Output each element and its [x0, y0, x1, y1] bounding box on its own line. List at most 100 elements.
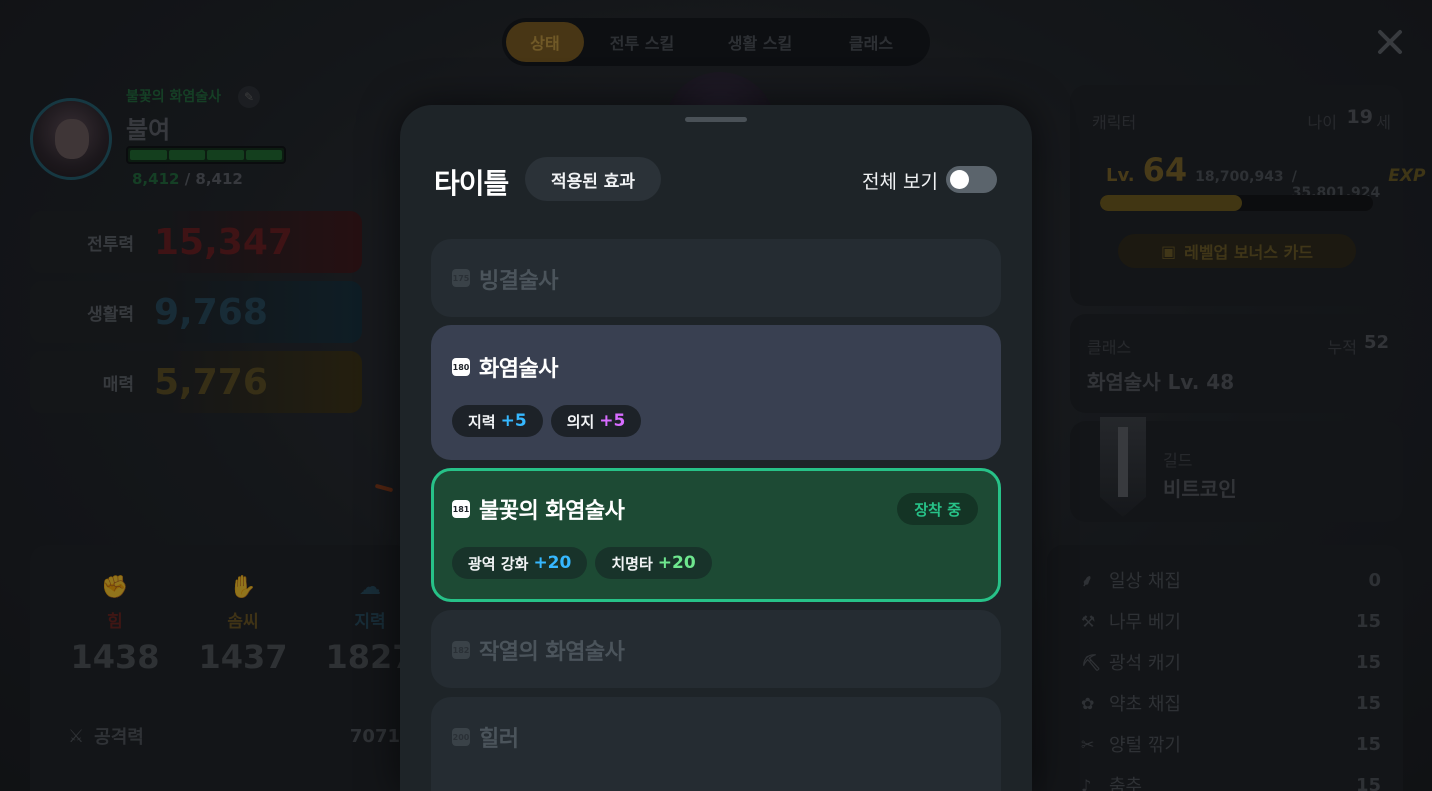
pickaxe-icon: ⛏: [1081, 652, 1102, 672]
title-name: 빙결술사: [479, 269, 558, 294]
close-icon[interactable]: [1372, 24, 1408, 60]
title-card[interactable]: 180 화염술사 지력 +5 의지 +5: [431, 325, 1001, 460]
list-item: ⛏ 광석 캐기 15: [1081, 649, 1381, 675]
attack-row: ⚔ 공격력 7071: [68, 723, 400, 749]
hp-current: 8,412: [132, 170, 180, 188]
title-level-badge: 200: [452, 728, 470, 746]
bonus-amount: +20: [533, 553, 572, 573]
attribute-strength: ✊ 힘 1438: [65, 575, 165, 676]
dance-icon: ♪: [1081, 775, 1092, 791]
bonus-amount: +5: [599, 411, 626, 431]
attribute-name: 솜씨: [227, 612, 259, 632]
equipped-title: 불꽃의 화염술사: [126, 89, 222, 105]
bonus-chip: 광역 강화 +20: [452, 547, 588, 579]
toggle-knob: [950, 170, 969, 189]
hp-readout: 8,412 / 8,412: [132, 170, 243, 188]
age-unit: 세: [1376, 113, 1391, 132]
bonus-stat: 의지: [566, 412, 595, 431]
tab-combat-skills[interactable]: 전투 스킬: [584, 22, 700, 62]
level-row: Lv. 64 18,700,943 / 35,801,924 EXP: [1106, 151, 1425, 201]
skill-value: 0: [1368, 569, 1381, 591]
ember-particle: [374, 483, 394, 493]
axe-icon: ⚒: [1081, 611, 1096, 631]
guild-panel: 길드 비트코인: [1070, 417, 1403, 522]
fist-icon: ✊: [101, 575, 129, 600]
bonus-chip: 의지 +5: [550, 405, 642, 437]
charm-row: 매력 5,776: [30, 351, 362, 413]
drag-handle[interactable]: [685, 117, 747, 122]
list-item: ✿ 약초 채집 15: [1081, 690, 1381, 716]
list-item: ⚒ 나무 베기 15: [1081, 608, 1381, 634]
panel-label: 클래스: [1087, 338, 1132, 357]
attribute-value: 1437: [198, 638, 288, 676]
bonus-button-label: 레벨업 보너스 카드: [1184, 243, 1314, 262]
life-power-row: 생활력 9,768: [30, 281, 362, 343]
title-level-badge: 180: [452, 358, 470, 376]
exp-icon: EXP: [1388, 166, 1426, 186]
title-name: 불꽃의 화염술사: [479, 499, 625, 524]
title-card[interactable]: 182 작열의 화염술사: [431, 610, 1001, 688]
attack-value: 7071: [349, 725, 400, 747]
panel-label: 캐릭터: [1092, 113, 1137, 132]
title-name: 화염술사: [479, 357, 558, 382]
stat-label: 매력: [102, 374, 134, 395]
exp-bar: [1100, 195, 1373, 211]
list-item: ♪ 춤추 15: [1081, 772, 1381, 791]
skill-value: 15: [1355, 651, 1381, 673]
level-value: 64: [1142, 151, 1188, 189]
guild-emblem-icon: [1100, 417, 1146, 517]
skill-name: 약초 채집: [1109, 694, 1181, 715]
panel-label: 길드: [1163, 451, 1193, 470]
bonus-amount: +5: [500, 411, 527, 431]
attribute-name: 힘: [107, 612, 123, 632]
title-modal: 타이틀 적용된 효과 전체 보기 175 빙결술사 180 화염술사 지력 +5…: [400, 105, 1032, 791]
skill-name: 나무 베기: [1109, 612, 1181, 633]
skill-name: 양털 깎기: [1109, 735, 1181, 756]
skill-name: 춤추: [1109, 776, 1143, 791]
edit-pencil-icon[interactable]: ✎: [238, 86, 260, 108]
skill-value: 15: [1355, 774, 1381, 791]
character-panel: 캐릭터 나이 19 세 Lv. 64 18,700,943 / 35,801,9…: [1070, 85, 1425, 306]
attribute-value: 1438: [70, 638, 160, 676]
attribute-dexterity: ✋ 솜씨 1437: [193, 575, 293, 676]
view-all-label: 전체 보기: [862, 171, 938, 193]
tab-class[interactable]: 클래스: [820, 22, 922, 62]
stat-label: 생활력: [87, 304, 134, 325]
herb-icon: ✿: [1081, 693, 1095, 713]
equipped-badge: 장착 중: [897, 493, 978, 525]
stat-label: 전투력: [87, 234, 134, 255]
title-level-badge: 175: [452, 269, 470, 287]
top-tab-bar: 상태 전투 스킬 생활 스킬 클래스: [502, 18, 930, 66]
combat-power-row: 전투력 15,347: [30, 211, 362, 273]
class-panel: 클래스 누적 52 화염술사 Lv. 48: [1070, 314, 1403, 413]
stat-value: 9,768: [154, 291, 268, 333]
levelup-bonus-card-button[interactable]: ▣ 레벨업 보너스 카드: [1118, 234, 1356, 268]
character-name: 불여: [126, 116, 171, 144]
title-card[interactable]: 175 빙결술사: [431, 239, 1001, 317]
title-card-equipped[interactable]: 181 불꽃의 화염술사 장착 중 광역 강화 +20 치명타 +20: [431, 468, 1001, 602]
guild-name: 비트코인: [1163, 477, 1237, 501]
stat-value: 15,347: [154, 221, 293, 263]
bonus-stat: 치명타: [611, 554, 653, 573]
applied-effects-button[interactable]: 적용된 효과: [525, 157, 661, 201]
skill-value: 15: [1355, 692, 1381, 714]
hand-icon: ✋: [229, 575, 257, 600]
skill-name: 광석 캐기: [1109, 653, 1181, 674]
bonus-amount: +20: [657, 553, 696, 573]
exp-current: 18,700,943: [1195, 169, 1284, 185]
shears-icon: ✂: [1081, 734, 1095, 754]
exp-bar-fill: [1100, 195, 1242, 211]
title-name: 힐러: [479, 727, 519, 752]
skill-value: 15: [1355, 733, 1381, 755]
attack-label: 공격력: [94, 727, 144, 748]
card-icon: ▣: [1160, 241, 1177, 261]
view-all-toggle[interactable]: [946, 166, 997, 193]
tab-life-skills[interactable]: 생활 스킬: [700, 22, 820, 62]
level-prefix: Lv.: [1106, 165, 1135, 186]
avatar: [30, 98, 112, 180]
sickle-icon: ⸙: [1081, 571, 1094, 590]
title-card[interactable]: 200 힐러: [431, 697, 1001, 791]
tab-status[interactable]: 상태: [506, 22, 584, 62]
sword-icon: ⚔: [68, 725, 85, 747]
total-label: 누적: [1327, 338, 1357, 357]
